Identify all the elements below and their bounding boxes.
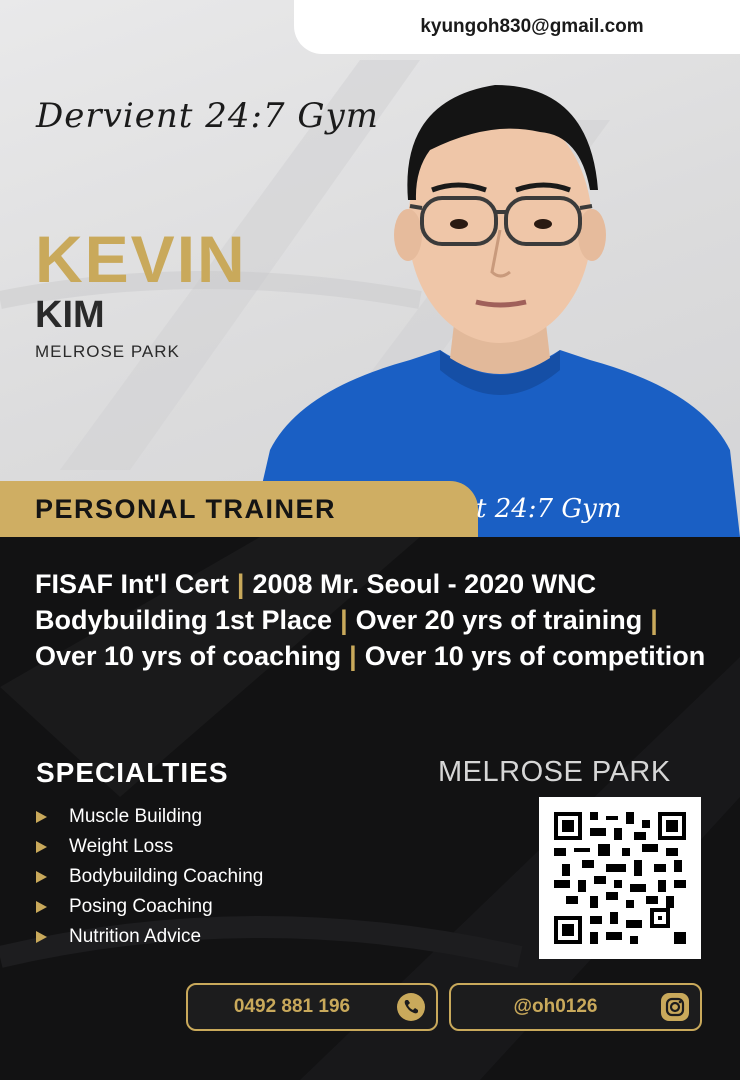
credential-line: FISAF Int'l Cert | 2008 Mr. Seoul - 2020 W… — [35, 566, 735, 602]
gym-signature-text: Dervient 24:7 Gym — [36, 96, 379, 136]
arrow-icon — [36, 841, 47, 853]
separator: | — [340, 605, 348, 635]
separator: | — [236, 569, 245, 599]
separator: | — [349, 641, 357, 671]
gym-signature-logo: Dervient 24:7 Gym — [36, 90, 379, 150]
list-item: Posing Coaching — [36, 892, 263, 922]
email-pill[interactable]: kyungoh830@gmail.com — [294, 0, 740, 54]
credential-line: Bodybuilding 1st Place | Over 20 yrs of tr… — [35, 602, 735, 638]
credential-line: Over 10 yrs of coaching | Over 10 yrs of c… — [35, 638, 735, 674]
instagram-button[interactable]: @oh0126 — [449, 983, 702, 1031]
trainer-location: MELROSE PARK — [35, 342, 180, 361]
arrow-icon — [36, 901, 47, 913]
specialty-label: Posing Coaching — [69, 896, 213, 917]
trainer-title: PERSONAL TRAINER — [35, 493, 337, 524]
separator: | — [650, 605, 658, 635]
arrow-icon — [36, 871, 47, 883]
phone-button[interactable]: 0492 881 196 — [186, 983, 438, 1031]
title-banner: PERSONAL TRAINER — [0, 481, 478, 537]
list-item: Muscle Building — [36, 802, 263, 832]
credential-item: 2008 Mr. Seoul - 2020 WNC — [252, 569, 597, 599]
specialty-label: Bodybuilding Coaching — [69, 866, 264, 887]
specialty-label: Nutrition Advice — [69, 926, 202, 947]
gym-location: MELROSE PARK — [438, 756, 671, 788]
qr-code[interactable] — [539, 797, 701, 959]
arrow-icon — [36, 811, 47, 823]
qr-code-icon — [554, 812, 686, 944]
list-item: Nutrition Advice — [36, 922, 263, 952]
instagram-icon — [661, 993, 689, 1021]
specialties-list: Muscle Building Weight Loss Bodybuilding… — [36, 802, 263, 952]
credentials: FISAF Int'l Cert | 2008 Mr. Seoul - 2020 W… — [35, 566, 735, 674]
credential-item: Over 20 yrs of training — [355, 605, 643, 635]
credential-item: FISAF Int'l Cert — [35, 569, 229, 599]
specialty-label: Muscle Building — [69, 806, 203, 827]
trainer-first-name: KEVIN — [35, 222, 247, 296]
specialty-label: Weight Loss — [69, 836, 174, 857]
email-address[interactable]: kyungoh830@gmail.com — [420, 16, 643, 38]
profile-hero: kyungoh830@gmail.com Dervient 24:7 Gym K… — [0, 0, 740, 537]
list-item: Weight Loss — [36, 832, 263, 862]
specialties-heading: SPECIALTIES — [36, 757, 229, 788]
phone-number[interactable]: 0492 881 196 — [188, 996, 396, 1018]
credential-item: Over 10 yrs of competition — [364, 641, 706, 671]
credential-item: Over 10 yrs of coaching — [35, 641, 342, 671]
phone-icon — [397, 993, 425, 1021]
arrow-icon — [36, 931, 47, 943]
instagram-handle[interactable]: @oh0126 — [451, 996, 660, 1018]
list-item: Bodybuilding Coaching — [36, 862, 263, 892]
shirt-logo: t 24:7 Gym — [476, 494, 622, 524]
credential-item: Bodybuilding 1st Place — [35, 605, 333, 635]
trainer-last-name: KIM — [35, 294, 105, 336]
